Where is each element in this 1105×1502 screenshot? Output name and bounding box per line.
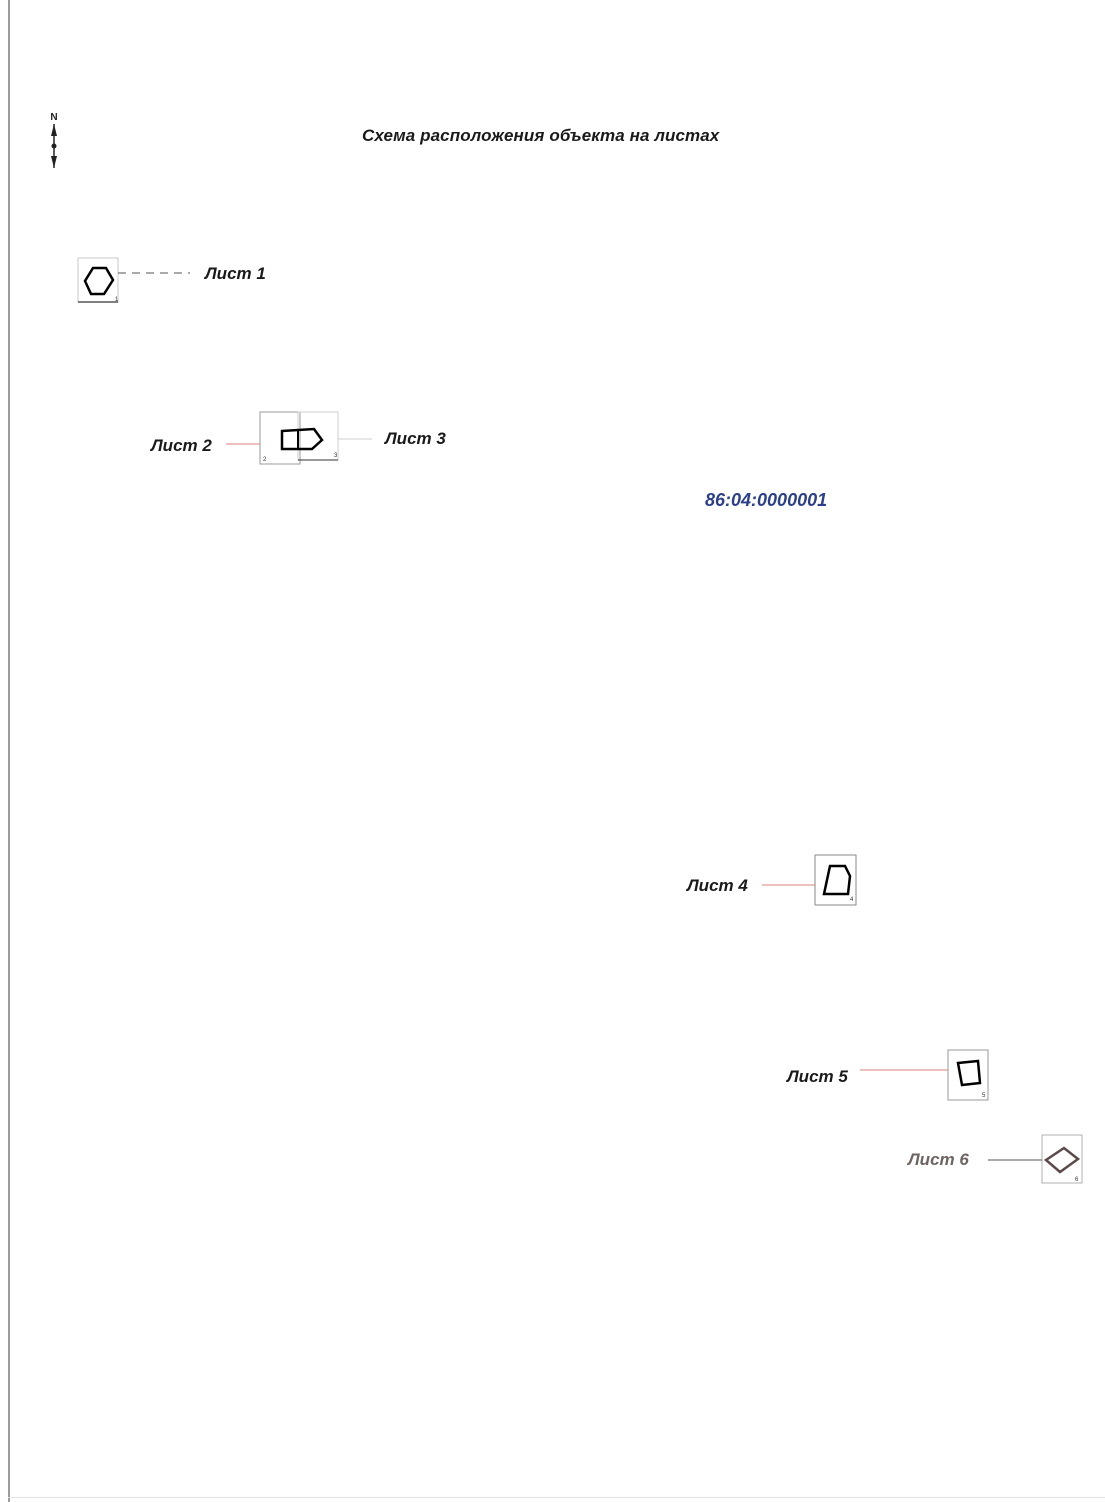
sheet-5-number: 5 xyxy=(982,1093,986,1099)
sheet-4-number: 4 xyxy=(850,897,854,903)
sheet-2-number: 2 xyxy=(263,457,267,463)
sheet-2-3-group: 2 3 xyxy=(226,411,372,465)
sheet-6-object-outline xyxy=(1043,1146,1081,1174)
sheet-1-object-outline xyxy=(83,266,115,296)
sheet-6-group: 6 xyxy=(988,1134,1083,1184)
sheet-5-object-outline xyxy=(956,1059,982,1087)
sheet-1-group: 1 xyxy=(77,257,190,303)
sheet-4-object-outline xyxy=(822,864,852,896)
sheet-6-number: 6 xyxy=(1075,1177,1079,1183)
sheet-scheme-map: 1 2 3 4 5 6 xyxy=(77,257,1083,1184)
sheet-2-3-object-outline xyxy=(280,427,324,451)
sheet-3-number: 3 xyxy=(334,453,338,459)
sheet-5-group: 5 xyxy=(860,1049,989,1101)
sheet-4-group: 4 xyxy=(762,854,857,906)
